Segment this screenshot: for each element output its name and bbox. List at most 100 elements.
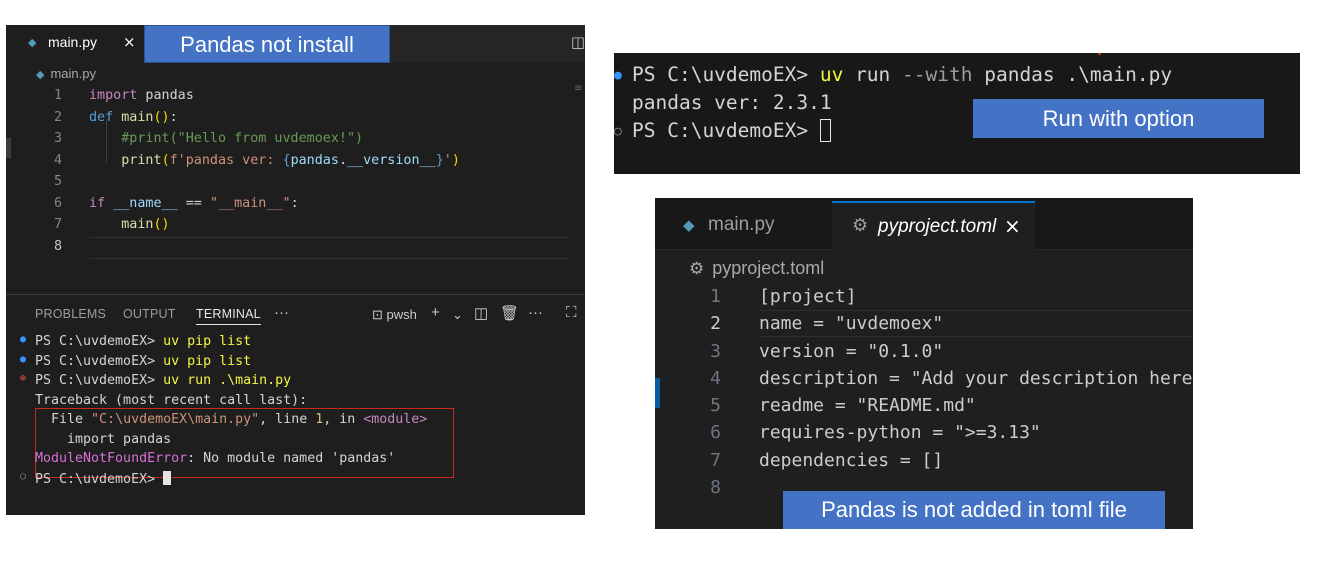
code-token: ( — [161, 152, 170, 168]
code-line[interactable]: 3 #print("Hello from uvdemoex!") — [6, 129, 585, 151]
code-line[interactable]: 6 if __name__ == "__main__": — [6, 194, 585, 216]
command-status-icon: ○ — [614, 124, 622, 139]
code-editor[interactable]: 1 import pandas 2 def main(): 3 #print("Hell… — [6, 86, 585, 259]
command-status-icon: ○ — [20, 470, 27, 482]
line-number: 1 — [53, 88, 62, 103]
close-icon[interactable]: × — [1004, 214, 1021, 238]
maximize-icon[interactable]: ⛶ — [566, 304, 577, 321]
terminal-cursor — [819, 119, 831, 142]
terminal-line: import pandas — [6, 430, 585, 450]
annotation-run-with-option: Run with option — [973, 99, 1264, 138]
tab-label: pyproject.toml — [878, 216, 997, 237]
code-text: dependencies = [] — [759, 449, 944, 471]
decorative-mark — [1098, 53, 1101, 55]
terminal-token: run — [843, 63, 903, 86]
split-editor-icon[interactable]: ◫ — [571, 33, 585, 51]
chevron-down-icon[interactable]: ⌄ — [452, 307, 463, 323]
python-icon: ◆ — [36, 69, 45, 81]
breadcrumb[interactable]: ⚙ pyproject.toml — [689, 258, 824, 279]
code-line[interactable]: 6 requires-python = ">=3.13" — [655, 419, 1193, 446]
more-icon[interactable]: ··· — [528, 304, 543, 321]
terminal-output[interactable]: ● PS C:\uvdemoEX> uv pip list ● PS C:\uvdem… — [6, 332, 585, 488]
code-line[interactable]: 8 — [6, 236, 585, 259]
code-token: { — [282, 152, 291, 168]
terminal-line: ModuleNotFoundError: No module named 'pa… — [6, 449, 585, 469]
code-token: pandas — [290, 152, 339, 168]
terminal-token: pandas ver: 2.3.1 — [632, 91, 832, 114]
terminal-shell-icon[interactable]: ⊡ pwsh — [372, 307, 417, 323]
code-line[interactable]: 1 import pandas — [6, 86, 585, 108]
line-number: 2 — [710, 313, 721, 335]
code-text: import pandas — [89, 88, 194, 103]
annotation-pandas-not-install: Pandas not install — [144, 25, 390, 63]
command-status-icon: ⊗ — [20, 373, 27, 384]
terminal-token: uv run .\main.py — [163, 373, 292, 388]
code-line[interactable]: 4 print(f'pandas ver: {pandas.__version_… — [6, 151, 585, 173]
code-text: def main(): — [89, 110, 178, 125]
tab-output[interactable]: OUTPUT — [123, 307, 176, 321]
tab-main-py[interactable]: ◆ main.py × — [6, 25, 144, 62]
python-icon: ◆ — [683, 216, 695, 234]
terminal-token: uv — [819, 63, 844, 86]
tab-terminal[interactable]: TERMINAL — [196, 307, 261, 325]
terminal-token: PS C:\uvdemoEX> — [35, 373, 164, 388]
command-status-icon: ● — [614, 68, 622, 83]
code-line[interactable]: 2 def main(): — [6, 108, 585, 130]
code-editor[interactable]: 1 [project] 2 name = "uvdemoex" 3 version = "… — [655, 283, 1193, 501]
terminal-token: pandas .\main.py — [972, 63, 1173, 86]
code-token: () — [153, 217, 170, 232]
code-token: == — [177, 195, 210, 211]
code-line[interactable]: 2 name = "uvdemoex" — [655, 310, 1193, 338]
code-line[interactable]: 5 — [6, 172, 585, 194]
terminal-token: uv pip list — [163, 334, 252, 349]
terminal-text: import pandas — [35, 432, 171, 447]
code-text: print(f'pandas ver: {pandas.__version__}… — [89, 153, 460, 168]
code-line[interactable]: 1 [project] — [655, 283, 1193, 310]
code-text: [project] — [759, 286, 857, 307]
code-token: : — [290, 195, 299, 211]
annotation-not-added-toml: Pandas is not added in toml file — [783, 491, 1165, 529]
gear-icon: ⚙ — [689, 259, 705, 278]
line-number: 8 — [710, 477, 721, 499]
line-number: 2 — [53, 109, 62, 125]
terminal-line: ● PS C:\uvdemoEX> uv pip list — [6, 332, 585, 352]
terminal-line: Traceback (most recent call last): — [6, 391, 585, 411]
code-token: import — [89, 88, 138, 103]
tab-pyproject-toml[interactable]: ⚙ pyproject.toml × — [832, 201, 1035, 251]
code-line[interactable]: 3 version = "0.1.0" — [655, 338, 1193, 365]
code-text: readme = "README.md" — [759, 395, 976, 417]
tab-main-py[interactable]: ◆ main.py — [663, 198, 831, 250]
code-token: #print("Hello from uvdemoex!") — [121, 131, 364, 146]
line-number: 3 — [710, 340, 721, 362]
command-status-icon: ● — [20, 334, 27, 345]
code-line[interactable]: 5 readme = "README.md" — [655, 392, 1193, 419]
breadcrumb[interactable]: ◆ main.py — [36, 66, 96, 81]
line-number: 3 — [53, 131, 62, 146]
trash-icon[interactable]: 🗑 — [500, 304, 519, 322]
split-terminal-icon[interactable]: ◫ — [474, 304, 488, 322]
new-terminal-icon[interactable]: + — [431, 304, 440, 321]
terminal-line: File "C:\uvdemoEX\main.py", line 1, in <… — [6, 410, 585, 430]
close-icon[interactable]: × — [123, 33, 136, 51]
python-icon: ◆ — [28, 36, 37, 49]
code-line[interactable]: 7 main() — [6, 215, 585, 237]
terminal-token: , line — [259, 412, 316, 427]
code-token: pandas — [137, 88, 194, 103]
terminal-token: PS C:\uvdemoEX> — [35, 471, 164, 487]
code-token: ' — [443, 152, 452, 168]
terminal-line: ⊗ PS C:\uvdemoEX> uv run .\main.py — [6, 371, 585, 391]
code-line[interactable]: 4 description = "Add your description her… — [655, 365, 1193, 392]
code-text: description = "Add your description here… — [759, 367, 1193, 389]
code-line[interactable]: 7 dependencies = [] — [655, 447, 1193, 474]
terminal-line: PS C:\uvdemoEX> — [632, 119, 831, 142]
line-number: 6 — [53, 195, 62, 211]
code-token: } — [435, 152, 444, 168]
tab-problems[interactable]: PROBLEMS — [35, 307, 106, 321]
more-actions-icon[interactable]: ··· — [274, 304, 289, 321]
code-token: print — [121, 152, 162, 168]
terminal-line: pandas ver: 2.3.1 — [632, 91, 832, 114]
gear-icon: ⚙ — [852, 215, 869, 236]
